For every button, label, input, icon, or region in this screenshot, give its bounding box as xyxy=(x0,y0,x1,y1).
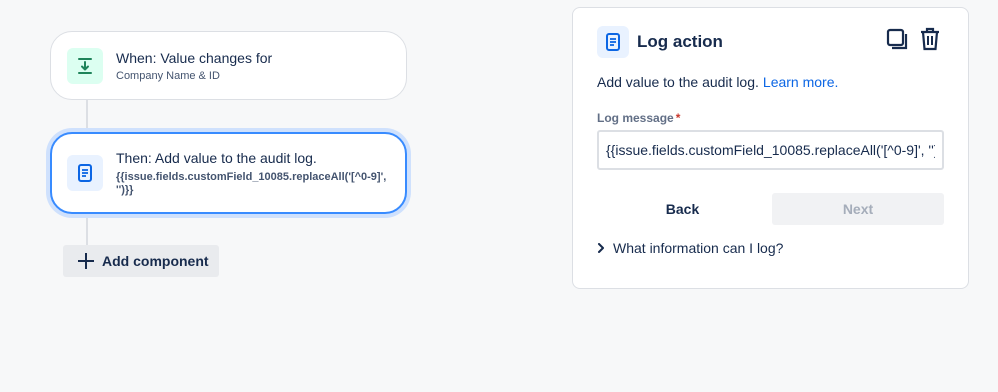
flow-connector xyxy=(86,99,88,132)
learn-more-link[interactable]: Learn more. xyxy=(763,74,838,90)
document-icon xyxy=(597,26,629,58)
panel-header: Log action xyxy=(597,26,723,58)
panel-title: Log action xyxy=(637,32,723,51)
trigger-card[interactable]: When: Value changes for Company Name & I… xyxy=(50,31,407,100)
plus-icon xyxy=(77,252,95,270)
document-icon xyxy=(67,155,103,191)
action-title: Then: Add value to the audit log. xyxy=(116,150,317,166)
required-marker: * xyxy=(675,111,681,125)
field-change-icon xyxy=(67,47,103,84)
action-config-panel: Log action Add value to the audit log. L… xyxy=(572,7,969,289)
panel-description: Add value to the audit log. Learn more. xyxy=(597,74,838,90)
log-message-label-text: Log message xyxy=(597,111,674,125)
duplicate-icon xyxy=(886,28,908,55)
add-component-label: Add component xyxy=(102,253,209,269)
description-text: Add value to the audit log. xyxy=(597,74,759,90)
trigger-title: When: Value changes for xyxy=(116,50,273,66)
action-detail: {{issue.fields.customField_10085.replace… xyxy=(116,171,387,196)
flow-connector xyxy=(86,214,88,248)
back-button[interactable]: Back xyxy=(597,193,768,225)
trigger-subtitle: Company Name & ID xyxy=(116,70,220,82)
log-message-label: Log message * xyxy=(597,111,680,125)
duplicate-button[interactable] xyxy=(885,28,909,54)
chevron-right-icon xyxy=(597,243,605,253)
log-info-disclosure[interactable]: What information can I log? xyxy=(597,240,783,256)
log-message-input[interactable] xyxy=(597,130,944,170)
add-component-button[interactable]: Add component xyxy=(63,245,219,277)
delete-button[interactable] xyxy=(918,27,942,56)
disclosure-label: What information can I log? xyxy=(613,240,784,256)
panel-header-actions xyxy=(885,27,942,56)
next-button[interactable]: Next xyxy=(772,193,944,225)
action-card[interactable]: Then: Add value to the audit log. {{issu… xyxy=(50,132,407,214)
trash-icon xyxy=(920,27,940,56)
